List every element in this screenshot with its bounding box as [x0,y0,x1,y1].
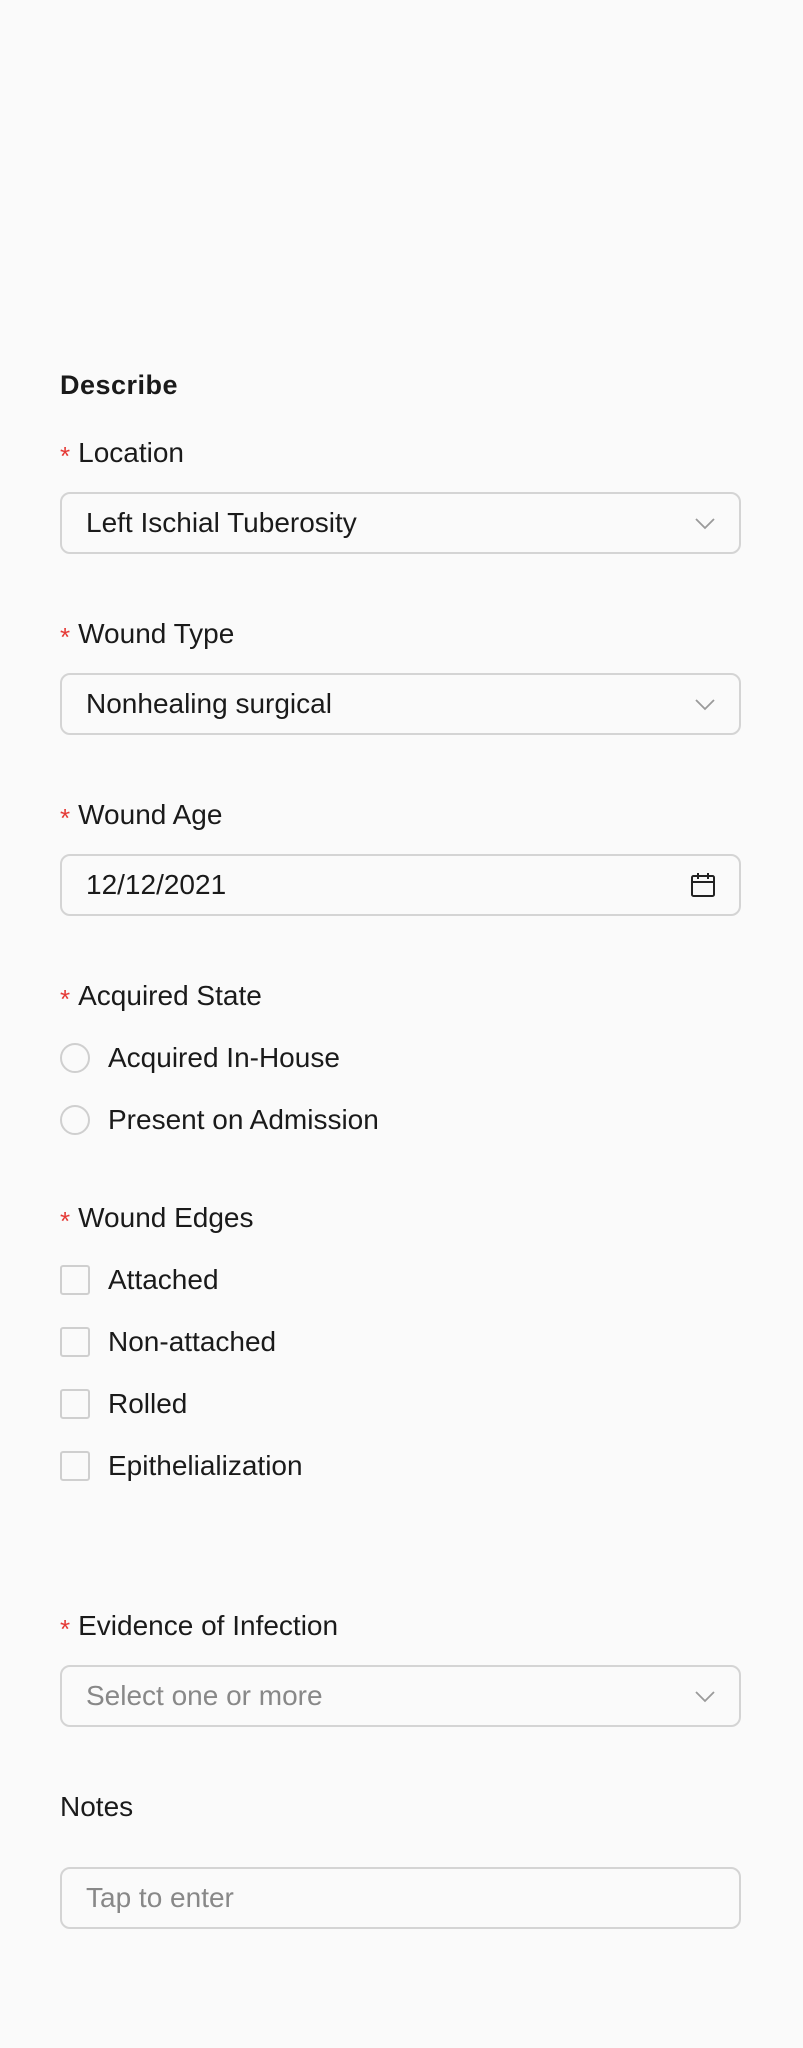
location-select[interactable]: Left Ischial Tuberosity [60,492,741,554]
evidence-of-infection-label: * Evidence of Infection [60,1610,339,1644]
notes-label: Notes [60,1791,133,1823]
required-asterisk: * [60,1613,71,1644]
checkbox[interactable] [60,1265,90,1295]
location-label: * Location [60,437,184,471]
radio-option-label: Present on Admission [108,1104,379,1135]
checkbox-option-label: Non-attached [108,1326,277,1357]
checkbox-option-non-attached[interactable]: Non-attached [60,1326,276,1358]
chevron-down-icon [695,699,715,711]
wound-edges-label-text: Wound Edges [78,1202,254,1233]
acquired-state-label-text: Acquired State [78,980,262,1011]
checkbox[interactable] [60,1327,90,1357]
required-asterisk: * [60,440,71,471]
required-asterisk: * [60,983,71,1014]
notes-label-text: Notes [60,1791,134,1822]
notes-input[interactable]: Tap to enter [60,1867,741,1929]
checkbox[interactable] [60,1389,90,1419]
wound-type-label-text: Wound Type [78,618,235,649]
acquired-state-label: * Acquired State [60,980,262,1014]
wound-age-value: 12/12/2021 [86,869,227,900]
chevron-down-icon [695,518,715,530]
wound-type-select[interactable]: Nonhealing surgical [60,673,741,735]
wound-edges-label: * Wound Edges [60,1202,254,1236]
wound-age-date-input[interactable]: 12/12/2021 [60,854,741,916]
radio-button[interactable] [60,1043,90,1073]
wound-age-label-text: Wound Age [78,799,223,830]
calendar-icon[interactable] [689,871,717,899]
evidence-of-infection-select[interactable]: Select one or more [60,1665,741,1727]
required-asterisk: * [60,1205,71,1236]
section-title: Describe [60,370,179,400]
checkbox-option-attached[interactable]: Attached [60,1264,219,1296]
checkbox[interactable] [60,1451,90,1481]
wound-age-label: * Wound Age [60,799,223,833]
checkbox-option-label: Epithelialization [108,1450,303,1481]
checkbox-option-label: Rolled [108,1388,188,1419]
required-asterisk: * [60,802,71,833]
evidence-of-infection-label-text: Evidence of Infection [78,1610,339,1641]
radio-button[interactable] [60,1105,90,1135]
notes-placeholder: Tap to enter [86,1882,234,1913]
radio-option-present-on-admission[interactable]: Present on Admission [60,1104,379,1136]
checkbox-option-epithelialization[interactable]: Epithelialization [60,1450,303,1482]
radio-option-label: Acquired In-House [108,1042,340,1073]
location-label-text: Location [78,437,184,468]
evidence-of-infection-placeholder: Select one or more [86,1680,323,1711]
required-asterisk: * [60,621,71,652]
location-value: Left Ischial Tuberosity [86,507,357,538]
checkbox-option-rolled[interactable]: Rolled [60,1388,187,1420]
chevron-down-icon [695,1691,715,1703]
wound-type-value: Nonhealing surgical [86,688,332,719]
checkbox-option-label: Attached [108,1264,219,1295]
wound-type-label: * Wound Type [60,618,235,652]
radio-option-acquired-in-house[interactable]: Acquired In-House [60,1042,340,1074]
